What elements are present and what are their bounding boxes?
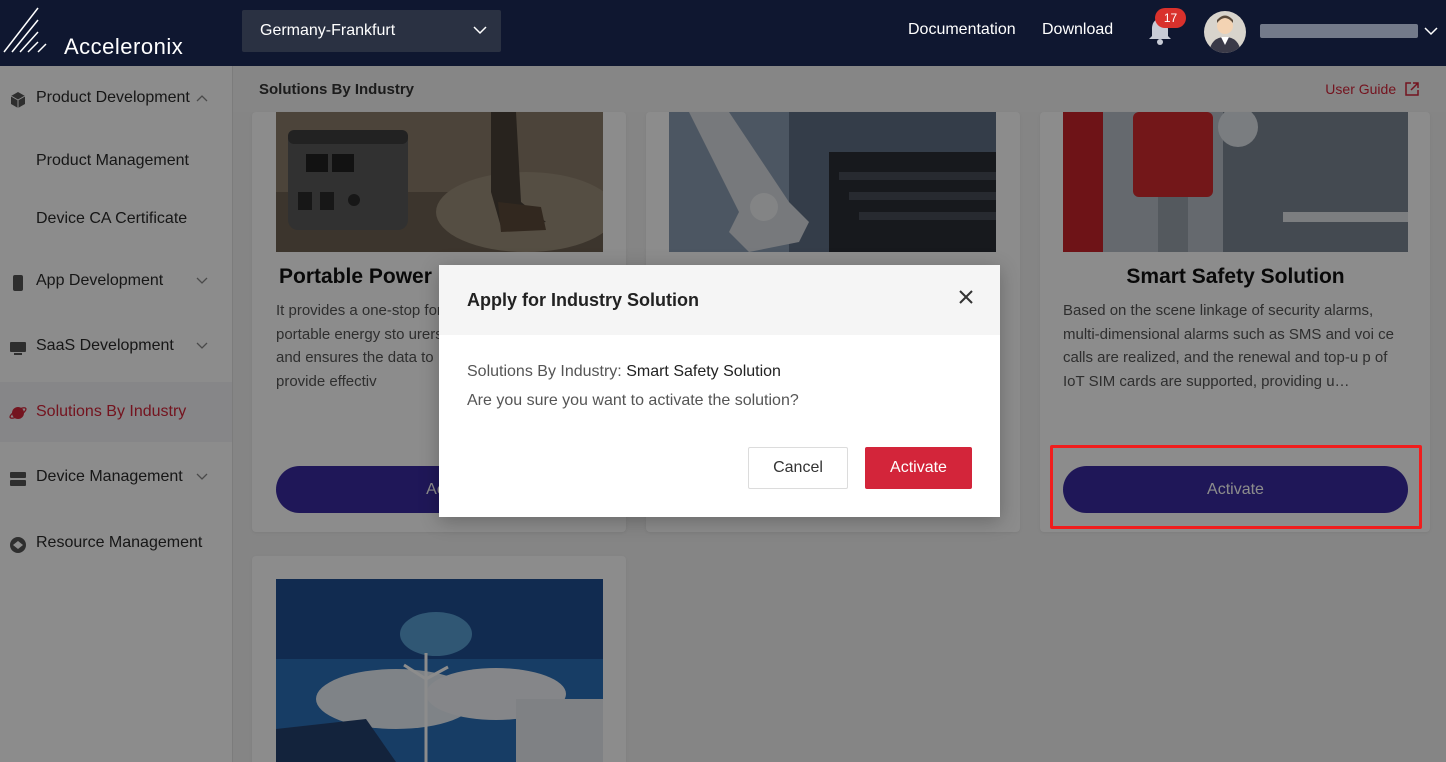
region-value: Germany-Frankfurt [260,22,396,39]
user-menu-chevron-icon[interactable] [1424,26,1438,36]
solution-value: Smart Safety Solution [626,363,781,380]
username-placeholder[interactable] [1260,24,1418,38]
modal-confirm-text: Are you sure you want to activate the so… [467,392,799,409]
logo-stripes-icon [3,7,47,53]
notification-badge: 17 [1155,8,1186,28]
chevron-down-icon [473,26,487,35]
close-icon[interactable] [958,289,974,305]
app-name: Acceleronix [64,34,184,59]
top-bar: Acceleronix Germany-Frankfurt Documentat… [0,0,1446,66]
apply-solution-modal: Apply for Industry Solution Solutions By… [439,265,1000,517]
modal-title: Apply for Industry Solution [467,290,699,310]
modal-solution-line: Solutions By Industry: Smart Safety Solu… [467,363,781,381]
download-link[interactable]: Download [1042,21,1113,39]
modal-header: Apply for Industry Solution [439,265,1000,335]
region-select[interactable]: Germany-Frankfurt [242,10,501,52]
confirm-activate-button[interactable]: Activate [865,447,972,489]
documentation-link[interactable]: Documentation [908,21,1016,39]
cancel-button[interactable]: Cancel [748,447,848,489]
avatar-icon[interactable] [1204,11,1246,53]
logo[interactable]: Acceleronix [0,0,230,66]
highlight-box [1050,445,1422,529]
solution-label: Solutions By Industry: [467,363,622,380]
